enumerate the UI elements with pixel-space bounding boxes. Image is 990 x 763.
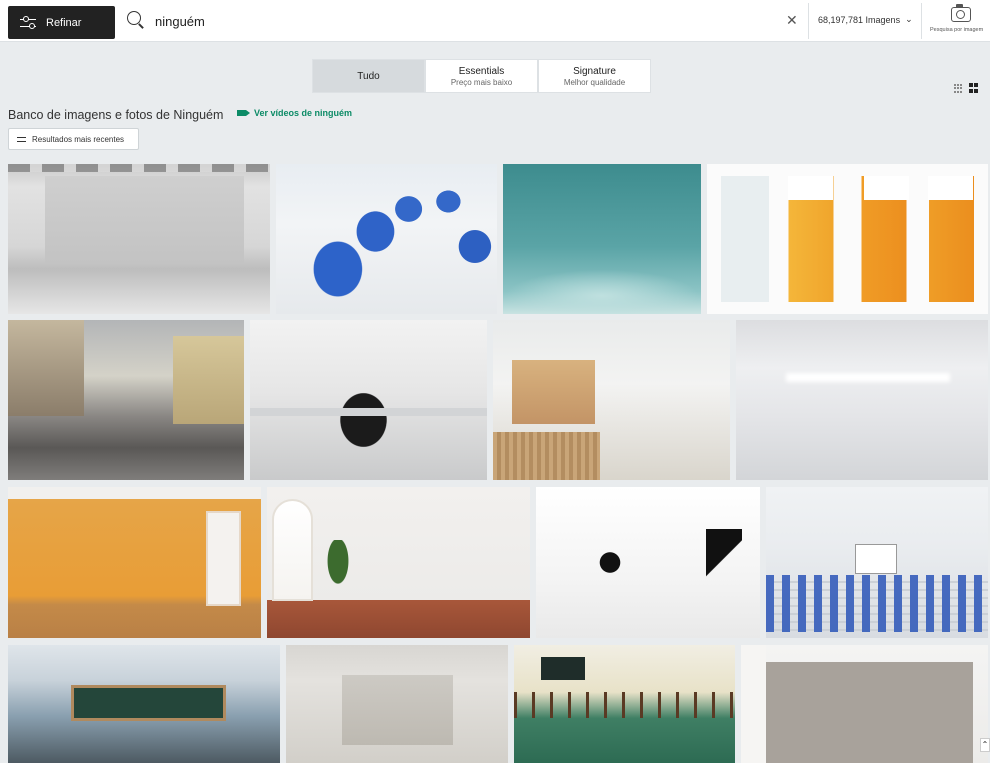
camera-icon[interactable] [951, 4, 971, 22]
license-tabs: Tudo Essentials Preço mais baixo Signatu… [312, 59, 651, 93]
divider [921, 3, 922, 39]
video-link[interactable]: Ver vídeos de ninguém [237, 108, 352, 118]
image-result[interactable] [503, 164, 701, 314]
video-link-label: Ver vídeos de ninguém [254, 108, 353, 118]
image-result[interactable] [736, 320, 988, 480]
image-result[interactable] [250, 320, 487, 480]
image-count-label: 68,197,781 Imagens [818, 14, 901, 25]
refine-label: Refinar [46, 16, 82, 29]
image-result[interactable] [8, 164, 270, 314]
image-result[interactable] [707, 164, 988, 314]
chevron-down-icon: ⌄ [905, 14, 913, 24]
tab-subtitle: Melhor qualidade [563, 77, 626, 87]
sliders-icon [17, 136, 26, 143]
search-input[interactable] [155, 10, 755, 32]
tab-tudo[interactable]: Tudo [312, 59, 425, 93]
image-result[interactable] [766, 487, 988, 638]
image-result[interactable] [493, 320, 730, 480]
search-icon [127, 11, 143, 27]
image-result[interactable] [286, 645, 508, 763]
image-result[interactable] [276, 164, 497, 314]
scroll-up-icon[interactable]: ⌃ [980, 738, 990, 752]
image-count-dropdown[interactable]: 68,197,781 Imagens ⌄ [818, 14, 913, 25]
refine-button[interactable]: Refinar [8, 6, 115, 39]
tab-essentials[interactable]: Essentials Preço mais baixo [425, 59, 538, 93]
image-result[interactable] [741, 645, 988, 763]
mosaic-view-icon[interactable] [969, 83, 979, 93]
image-result[interactable] [8, 320, 244, 480]
sliders-icon [20, 16, 36, 29]
tab-title: Tudo [357, 70, 380, 82]
image-result[interactable] [536, 487, 760, 638]
tab-title: Essentials [458, 65, 505, 77]
camera-search-label[interactable]: Pesquisa por imagem [930, 27, 990, 33]
image-result[interactable] [8, 487, 261, 638]
grid-view-icon[interactable] [954, 84, 963, 93]
tab-signature[interactable]: Signature Melhor qualidade [538, 59, 651, 93]
image-result[interactable] [514, 645, 735, 763]
divider [808, 3, 809, 39]
recent-results-label: Resultados mais recentes [32, 134, 125, 144]
tab-title: Signature [573, 65, 616, 77]
close-icon[interactable]: ✕ [786, 12, 798, 29]
page-title: Banco de imagens e fotos de Ninguém [8, 108, 224, 122]
video-icon [237, 110, 250, 116]
tab-subtitle: Preço mais baixo [450, 77, 513, 87]
image-result[interactable] [267, 487, 530, 638]
top-search-bar: Refinar ✕ 68,197,781 Imagens ⌄ Pesquisa … [0, 0, 990, 42]
recent-results-button[interactable]: Resultados mais recentes [8, 128, 139, 150]
image-result[interactable] [8, 645, 280, 763]
